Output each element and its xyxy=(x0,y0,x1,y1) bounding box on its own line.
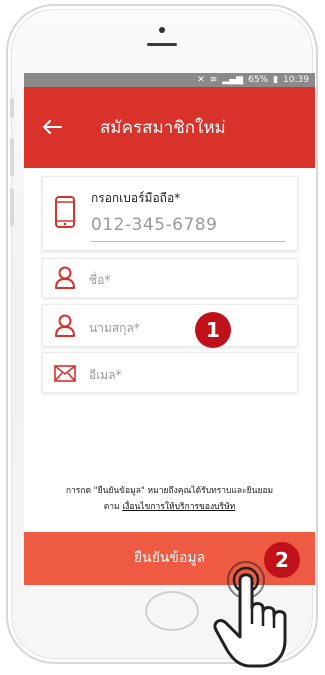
consent-prefix: ตาม xyxy=(103,502,120,512)
earpiece-speaker xyxy=(147,43,177,46)
volume-up-button xyxy=(10,138,14,176)
volume-down-button xyxy=(10,188,14,226)
phone-screen: ✕ ≋ ▂▄▆ 65% ▮ 10:39 สมัครสมาชิกใหม่ กรอก… xyxy=(24,73,315,585)
mute-switch xyxy=(10,98,14,118)
user-icon xyxy=(54,314,76,342)
phone-field-label: กรอกเบอร์มือถือ* xyxy=(91,191,181,205)
first-name-field[interactable]: ชื่อ* xyxy=(42,258,298,298)
envelope-icon xyxy=(54,365,76,386)
step-1-badge: 1 xyxy=(195,312,231,348)
status-time: 10:39 xyxy=(283,75,309,85)
status-bar: ✕ ≋ ▂▄▆ 65% ▮ 10:39 xyxy=(24,73,315,87)
phone-value[interactable]: 012-345-6789 xyxy=(91,215,217,235)
email-field[interactable]: อีเมล* xyxy=(42,352,298,393)
battery-level: 65% xyxy=(248,75,269,85)
phone-field[interactable]: กรอกเบอร์มือถือ* 012-345-6789 xyxy=(42,176,298,251)
phone-underline xyxy=(91,241,286,242)
consent-line-2: ตาม เงื่อนไขการให้บริการของบริษัท xyxy=(24,499,315,515)
email-placeholder: อีเมล* xyxy=(89,368,122,382)
wifi-icon: ≋ xyxy=(209,75,218,85)
last-name-placeholder: นามสกุล* xyxy=(89,321,140,335)
page-title: สมัครสมาชิกใหม่ xyxy=(100,118,226,138)
registration-form: กรอกเบอร์มือถือ* 012-345-6789 ชื่อ* นามส… xyxy=(24,168,315,565)
phone-icon xyxy=(54,195,76,233)
signal-icon: ▂▄▆ xyxy=(222,75,244,85)
front-camera xyxy=(159,27,165,33)
mute-icon: ✕ xyxy=(197,75,205,85)
tutorial-stage: ✕ ≋ ▂▄▆ 65% ▮ 10:39 สมัครสมาชิกใหม่ กรอก… xyxy=(0,0,325,675)
user-icon xyxy=(54,266,76,294)
last-name-field[interactable]: นามสกุล* xyxy=(42,304,298,347)
hand-pointer-icon xyxy=(213,561,287,668)
arrow-left-icon[interactable] xyxy=(42,118,72,138)
terms-link[interactable]: เงื่อนไขการให้บริการของบริษัท xyxy=(122,502,235,512)
app-header: สมัครสมาชิกใหม่ xyxy=(24,87,315,168)
first-name-placeholder: ชื่อ* xyxy=(89,273,111,287)
consent-text: การกด "ยืนยันข้อมูล" หมายถึงคุณได้รับทรา… xyxy=(24,483,315,515)
consent-line-1: การกด "ยืนยันข้อมูล" หมายถึงคุณได้รับทรา… xyxy=(65,486,274,496)
home-button[interactable] xyxy=(145,591,199,631)
battery-icon: ▮ xyxy=(273,75,279,85)
